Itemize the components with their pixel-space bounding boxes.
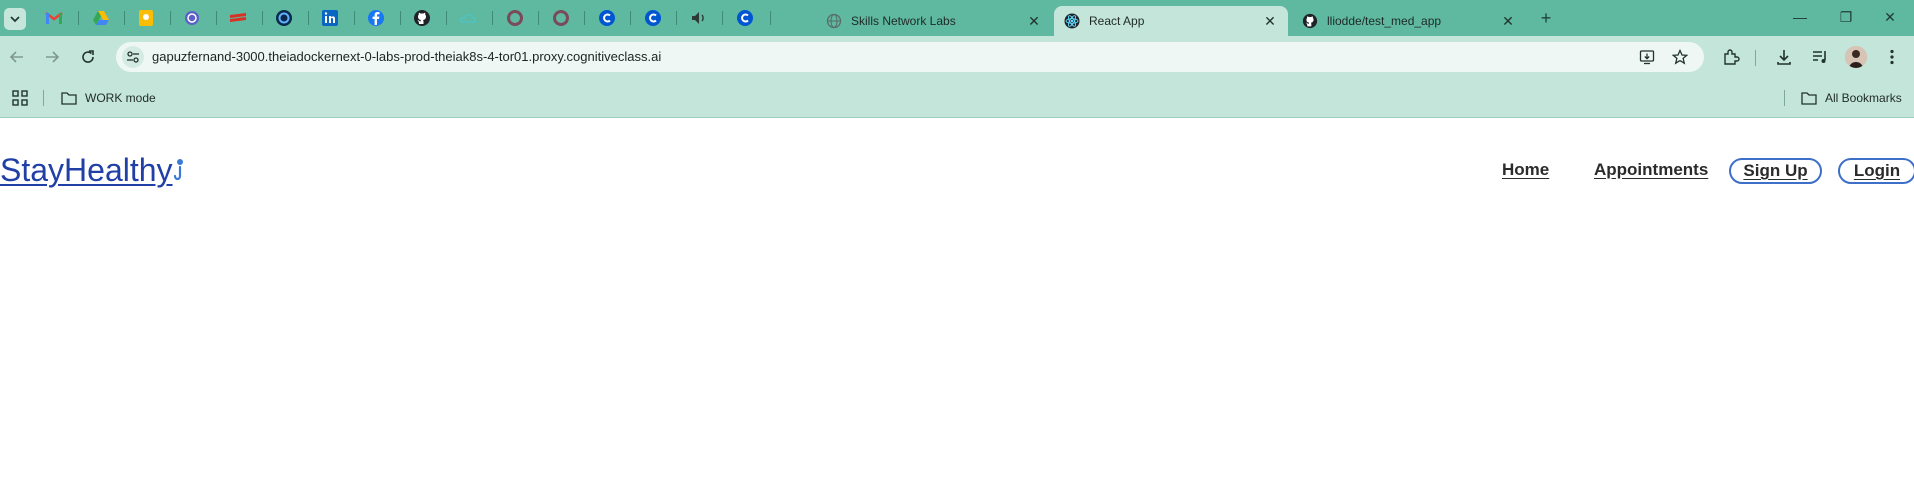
tab-title: lliodde/test_med_app bbox=[1327, 14, 1442, 28]
bookmark-folder-all-bookmarks[interactable]: All Bookmarks bbox=[1801, 88, 1902, 108]
back-button[interactable] bbox=[5, 45, 29, 69]
tab-separator bbox=[124, 11, 125, 25]
chevron-down-icon bbox=[10, 16, 20, 23]
new-tab-button[interactable]: + bbox=[1536, 8, 1556, 28]
person-health-icon bbox=[173, 159, 183, 181]
github-icon bbox=[1302, 13, 1318, 29]
coursera-icon-2[interactable] bbox=[643, 8, 663, 28]
tab-separator bbox=[216, 11, 217, 25]
reload-button[interactable] bbox=[76, 45, 100, 69]
arrow-left-icon bbox=[9, 51, 23, 63]
tab-separator bbox=[78, 11, 79, 25]
facebook-icon[interactable] bbox=[366, 8, 386, 28]
tab-search-button[interactable] bbox=[4, 8, 26, 30]
app-icon[interactable] bbox=[182, 8, 202, 28]
toolbar-separator bbox=[1755, 50, 1756, 66]
star-icon[interactable] bbox=[1671, 48, 1689, 66]
tab-separator bbox=[308, 11, 309, 25]
bookmark-app-icon[interactable] bbox=[228, 8, 248, 28]
folder-icon bbox=[61, 92, 77, 105]
arrow-right-icon bbox=[46, 51, 60, 63]
tab-separator bbox=[170, 11, 171, 25]
circle-app-icon[interactable] bbox=[274, 8, 294, 28]
folder-icon bbox=[1801, 92, 1817, 105]
react-icon bbox=[1064, 13, 1080, 29]
cloud-app-icon[interactable] bbox=[458, 8, 478, 28]
coursera-icon-3[interactable] bbox=[735, 8, 755, 28]
signup-button[interactable]: Sign Up bbox=[1729, 158, 1822, 184]
media-controls-icon[interactable] bbox=[1810, 47, 1830, 67]
avatar[interactable] bbox=[1845, 46, 1867, 68]
close-icon[interactable]: ✕ bbox=[1262, 13, 1278, 30]
coursera-icon[interactable] bbox=[597, 8, 617, 28]
forward-button[interactable] bbox=[40, 45, 64, 69]
tab-separator bbox=[630, 11, 631, 25]
tab-separator bbox=[492, 11, 493, 25]
tune-icon bbox=[127, 51, 139, 63]
tab-separator bbox=[538, 11, 539, 25]
linkedin-icon[interactable] bbox=[320, 8, 340, 28]
close-icon[interactable]: ✕ bbox=[1500, 13, 1516, 30]
brand-logo-link[interactable]: StayHealthy bbox=[0, 152, 173, 189]
tab-skills-network-labs[interactable]: Skills Network Labs ✕ bbox=[816, 6, 1052, 36]
minimize-button[interactable]: — bbox=[1780, 6, 1820, 28]
tab-separator bbox=[400, 11, 401, 25]
tab-separator bbox=[262, 11, 263, 25]
bookmark-separator bbox=[1784, 90, 1785, 106]
tab-separator bbox=[584, 11, 585, 25]
extensions-icon[interactable] bbox=[1721, 47, 1741, 67]
login-button[interactable]: Login bbox=[1838, 158, 1914, 184]
ring-app-icon[interactable] bbox=[505, 8, 525, 28]
browser-toolbar: gapuzfernand-3000.theiadockernext-0-labs… bbox=[0, 36, 1914, 78]
address-bar[interactable]: gapuzfernand-3000.theiadockernext-0-labs… bbox=[116, 42, 1704, 72]
tab-strip: Skills Network Labs ✕ React App ✕ lliodd… bbox=[0, 0, 1914, 36]
reload-icon bbox=[82, 50, 94, 63]
more-menu-icon[interactable] bbox=[1882, 47, 1902, 67]
tab-separator bbox=[676, 11, 677, 25]
bookmarks-bar: WORK mode All Bookmarks bbox=[0, 78, 1914, 118]
install-app-icon[interactable] bbox=[1638, 48, 1656, 66]
drive-icon[interactable] bbox=[91, 8, 111, 28]
tab-react-app[interactable]: React App ✕ bbox=[1054, 6, 1288, 36]
tab-separator bbox=[446, 11, 447, 25]
globe-icon bbox=[826, 13, 842, 29]
tab-title: Skills Network Labs bbox=[851, 14, 956, 28]
url-text[interactable]: gapuzfernand-3000.theiadockernext-0-labs… bbox=[152, 42, 661, 72]
bookmark-label: All Bookmarks bbox=[1825, 91, 1902, 105]
github-icon[interactable] bbox=[412, 8, 432, 28]
close-window-button[interactable]: ✕ bbox=[1870, 6, 1910, 28]
bookmark-separator bbox=[43, 90, 44, 106]
nav-home-link[interactable]: Home bbox=[1502, 160, 1549, 180]
tab-separator bbox=[722, 11, 723, 25]
close-icon[interactable]: ✕ bbox=[1026, 13, 1042, 30]
gmail-icon[interactable] bbox=[44, 8, 64, 28]
apps-grid-icon bbox=[12, 90, 28, 106]
download-icon[interactable] bbox=[1774, 47, 1794, 67]
tab-separator bbox=[770, 11, 771, 25]
site-info-button[interactable] bbox=[122, 46, 144, 68]
tab-github-repo[interactable]: lliodde/test_med_app ✕ bbox=[1292, 6, 1526, 36]
apps-grid-button[interactable] bbox=[12, 88, 36, 108]
bookmark-folder-work-mode[interactable]: WORK mode bbox=[61, 88, 156, 108]
audio-icon[interactable] bbox=[689, 8, 709, 28]
restore-button[interactable]: ❐ bbox=[1826, 6, 1866, 28]
nav-appointments-link[interactable]: Appointments bbox=[1594, 160, 1708, 180]
tab-separator bbox=[354, 11, 355, 25]
ring-app-icon-2[interactable] bbox=[551, 8, 571, 28]
keep-icon[interactable] bbox=[136, 8, 156, 28]
tab-title: React App bbox=[1089, 14, 1145, 28]
page-content: StayHealthy Home Appointments Sign Up Lo… bbox=[0, 118, 1914, 501]
bookmark-label: WORK mode bbox=[85, 91, 156, 105]
